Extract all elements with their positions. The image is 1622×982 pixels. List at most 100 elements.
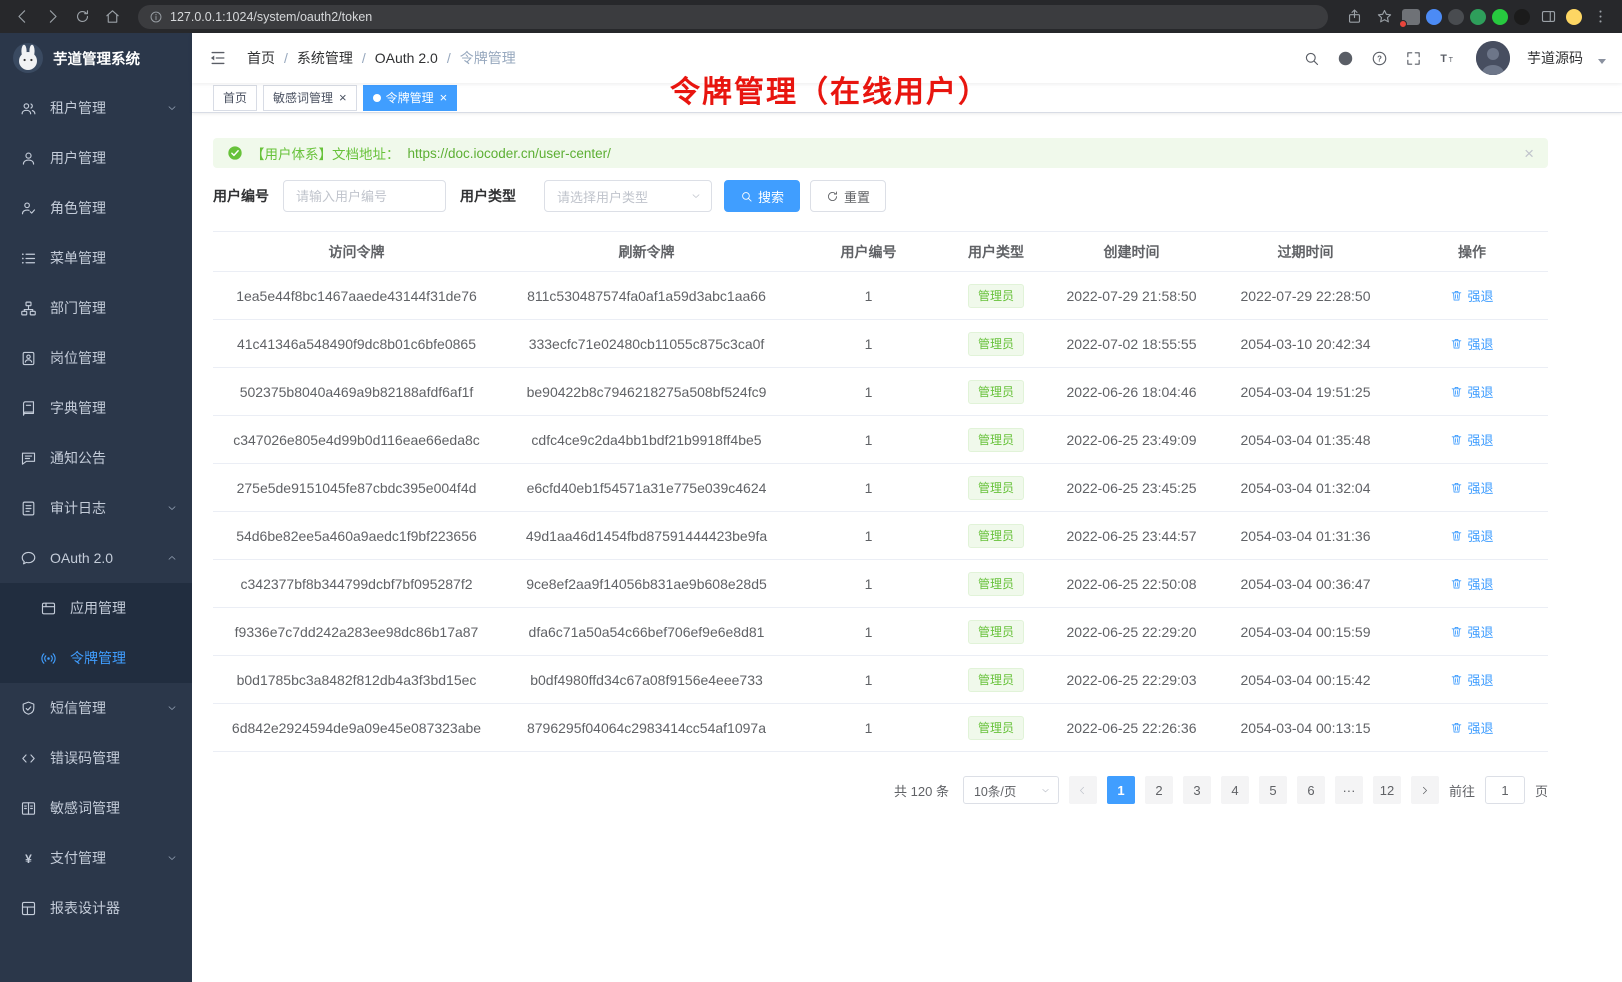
sidebar-item-token[interactable]: 令牌管理: [0, 633, 192, 683]
breadcrumb-item[interactable]: 首页: [247, 48, 275, 68]
expire-time-cell: 2054-03-04 19:51:25: [1215, 368, 1396, 416]
sidebar-item-dict[interactable]: 字典管理: [0, 383, 192, 433]
bookmark-star-icon[interactable]: [1372, 5, 1396, 29]
user-id-input[interactable]: [283, 180, 446, 212]
home-icon[interactable]: [100, 5, 124, 29]
browser-profile-avatar[interactable]: [1566, 9, 1582, 25]
search-icon[interactable]: [1302, 49, 1321, 68]
close-icon[interactable]: ×: [339, 91, 347, 104]
post-icon: [20, 350, 37, 367]
user-type-badge: 管理员: [968, 380, 1024, 404]
page-button[interactable]: 5: [1259, 776, 1287, 804]
address-bar[interactable]: 127.0.0.1:1024/system/oauth2/token: [138, 5, 1328, 29]
prev-page-button[interactable]: [1069, 776, 1097, 804]
page-content: 【用户体系】文档地址： https://doc.iocoder.cn/user-…: [192, 113, 1622, 982]
column-header: 访问令牌: [213, 232, 500, 272]
sidebar-item-tenant[interactable]: 租户管理: [0, 83, 192, 133]
force-logout-button[interactable]: 强退: [1450, 526, 1493, 545]
page-button[interactable]: 6: [1297, 776, 1325, 804]
sidebar-item-dept[interactable]: 部门管理: [0, 283, 192, 333]
force-logout-button[interactable]: 强退: [1450, 478, 1493, 497]
access-token-cell: 54d6be82ee5a460a9aedc1f9bf223656: [213, 512, 500, 560]
sidebar-item-log[interactable]: 审计日志: [0, 483, 192, 533]
forward-icon[interactable]: [40, 5, 64, 29]
sidebar-fold-icon[interactable]: [208, 47, 230, 69]
close-icon[interactable]: ×: [440, 91, 448, 104]
back-icon[interactable]: [10, 5, 34, 29]
extension-icon[interactable]: [1448, 9, 1464, 25]
close-icon[interactable]: ×: [1524, 145, 1534, 162]
browser-menu-icon[interactable]: [1588, 5, 1612, 29]
sidebar-item-notice[interactable]: 通知公告: [0, 433, 192, 483]
force-logout-button[interactable]: 强退: [1450, 670, 1493, 689]
tab-item[interactable]: 令牌管理×: [363, 85, 458, 111]
page-button[interactable]: 3: [1183, 776, 1211, 804]
page-button[interactable]: 2: [1145, 776, 1173, 804]
user-type-select[interactable]: 请选择用户类型: [544, 180, 712, 212]
force-logout-button[interactable]: 强退: [1450, 574, 1493, 593]
column-header: 刷新令牌: [500, 232, 793, 272]
sidebar-item-errcode[interactable]: 错误码管理: [0, 733, 192, 783]
refresh-token-cell: dfa6c71a50a54c66bef706ef9e6e8d81: [500, 608, 793, 656]
user-type-cell: 管理员: [944, 416, 1048, 464]
sidebar-item-oauth[interactable]: OAuth 2.0: [0, 533, 192, 583]
tab-item[interactable]: 敏感词管理×: [263, 85, 357, 111]
table-row: 54d6be82ee5a460a9aedc1f9bf22365649d1aa46…: [213, 512, 1548, 560]
trash-icon: [1450, 289, 1463, 302]
extension-paw-icon[interactable]: [1514, 9, 1530, 25]
breadcrumb-item[interactable]: 系统管理: [297, 48, 353, 68]
breadcrumb-item: 令牌管理: [460, 48, 516, 68]
tab-item[interactable]: 首页: [213, 85, 257, 111]
sidebar-item-role[interactable]: 角色管理: [0, 183, 192, 233]
force-logout-button[interactable]: 强退: [1450, 334, 1493, 353]
force-logout-button[interactable]: 强退: [1450, 286, 1493, 305]
extension-icon[interactable]: [1470, 9, 1486, 25]
role-icon: [20, 200, 37, 217]
page-button[interactable]: 4: [1221, 776, 1249, 804]
table-row: 1ea5e44f8bc1467aaede43144f31de76811c5304…: [213, 272, 1548, 320]
help-icon[interactable]: ?: [1370, 49, 1389, 68]
search-button[interactable]: 搜索: [724, 180, 800, 212]
user-avatar[interactable]: [1476, 41, 1510, 75]
page-button[interactable]: 12: [1373, 776, 1401, 804]
fullscreen-icon[interactable]: [1404, 49, 1423, 68]
user-id-cell: 1: [793, 512, 944, 560]
extension-icon[interactable]: [1426, 9, 1442, 25]
page-size-select[interactable]: 10条/页: [963, 776, 1059, 804]
force-logout-button[interactable]: 强退: [1450, 382, 1493, 401]
extension-puzzle-icon[interactable]: [1492, 9, 1508, 25]
page-button[interactable]: 1: [1107, 776, 1135, 804]
force-logout-button[interactable]: 强退: [1450, 430, 1493, 449]
created-time-cell: 2022-06-25 22:29:03: [1048, 656, 1215, 704]
page-ellipsis[interactable]: ···: [1335, 776, 1363, 804]
sidebar-item-user[interactable]: 用户管理: [0, 133, 192, 183]
force-logout-button[interactable]: 强退: [1450, 622, 1493, 641]
sidebar-item-report[interactable]: 报表设计器: [0, 883, 192, 933]
app-logo[interactable]: 芋道管理系统: [0, 33, 192, 83]
refresh-token-cell: 9ce8ef2aa9f14056b831ae9b608e28d5: [500, 560, 793, 608]
table-row: 502375b8040a469a9b82188afdf6af1fbe90422b…: [213, 368, 1548, 416]
breadcrumb-item[interactable]: OAuth 2.0: [375, 50, 438, 66]
github-icon[interactable]: [1336, 49, 1355, 68]
sidebar-item-app[interactable]: 应用管理: [0, 583, 192, 633]
downloads-icon[interactable]: [1402, 9, 1420, 25]
column-header: 用户编号: [793, 232, 944, 272]
force-logout-button[interactable]: 强退: [1450, 718, 1493, 737]
sidebar-item-sms[interactable]: 短信管理: [0, 683, 192, 733]
share-icon[interactable]: [1342, 5, 1366, 29]
expire-time-cell: 2054-03-04 00:13:15: [1215, 704, 1396, 752]
goto-page-input[interactable]: [1485, 776, 1525, 804]
table-row: c342377bf8b344799dcbf7bf095287f29ce8ef2a…: [213, 560, 1548, 608]
sidebar-item-menu[interactable]: 菜单管理: [0, 233, 192, 283]
next-page-button[interactable]: [1411, 776, 1439, 804]
font-size-icon[interactable]: TT: [1438, 49, 1457, 68]
reset-button[interactable]: 重置: [810, 180, 886, 212]
sidebar-item-pay[interactable]: ¥支付管理: [0, 833, 192, 883]
doc-link[interactable]: https://doc.iocoder.cn/user-center/: [408, 146, 611, 161]
user-name[interactable]: 芋道源码: [1527, 48, 1583, 68]
sidebar-item-post[interactable]: 岗位管理: [0, 333, 192, 383]
reload-icon[interactable]: [70, 5, 94, 29]
site-info-icon[interactable]: [148, 9, 164, 25]
side-panel-icon[interactable]: [1536, 5, 1560, 29]
sidebar-item-sensitive[interactable]: 敏感词管理: [0, 783, 192, 833]
